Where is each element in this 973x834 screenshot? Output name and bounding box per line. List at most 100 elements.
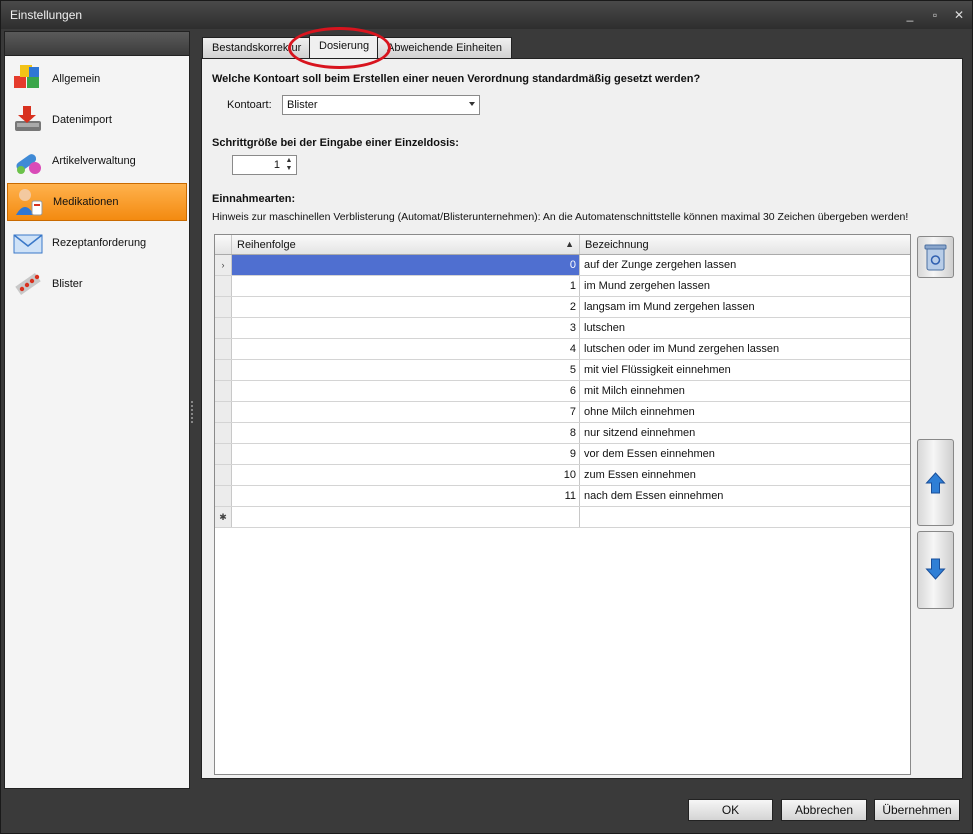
schrittgroesse-label: Schrittgröße bei der Eingabe einer Einze… bbox=[212, 137, 459, 149]
table-row[interactable]: › 0 auf der Zunge zergehen lassen bbox=[215, 255, 910, 276]
delete-button[interactable] bbox=[917, 236, 954, 278]
row-header[interactable] bbox=[215, 339, 232, 359]
table-row[interactable]: 1 im Mund zergehen lassen bbox=[215, 276, 910, 297]
window-title: Einstellungen bbox=[10, 8, 83, 22]
medication-icon bbox=[12, 185, 46, 219]
cell-bezeichnung[interactable]: vor dem Essen einnehmen bbox=[580, 444, 910, 464]
sidebar-item-blister[interactable]: Blister bbox=[7, 265, 187, 303]
cell-reihenfolge[interactable]: 0 bbox=[232, 255, 580, 275]
kontoart-label: Kontoart: bbox=[227, 99, 272, 111]
table-row[interactable]: 3 lutschen bbox=[215, 318, 910, 339]
settings-window: Einstellungen _ ▫ ✕ Allgemein Datenimpor… bbox=[0, 0, 973, 834]
cell-bezeichnung[interactable] bbox=[580, 507, 910, 527]
cell-reihenfolge[interactable]: 8 bbox=[232, 423, 580, 443]
table-row[interactable]: 6 mit Milch einnehmen bbox=[215, 381, 910, 402]
import-icon bbox=[11, 103, 45, 137]
apply-button[interactable]: Übernehmen bbox=[874, 799, 960, 821]
cell-bezeichnung[interactable]: mit Milch einnehmen bbox=[580, 381, 910, 401]
cell-reihenfolge[interactable]: 9 bbox=[232, 444, 580, 464]
row-header[interactable] bbox=[215, 381, 232, 401]
sidebar-item-label: Blister bbox=[52, 278, 83, 290]
stepper-up-icon[interactable]: ▲ bbox=[284, 157, 294, 165]
sidebar-item-allgemein[interactable]: Allgemein bbox=[7, 60, 187, 98]
sidebar-item-medikationen[interactable]: Medikationen bbox=[7, 183, 187, 221]
cell-bezeichnung[interactable]: lutschen oder im Mund zergehen lassen bbox=[580, 339, 910, 359]
row-header[interactable] bbox=[215, 465, 232, 485]
cell-bezeichnung[interactable]: ohne Milch einnehmen bbox=[580, 402, 910, 422]
ok-button[interactable]: OK bbox=[688, 799, 773, 821]
chevron-down-icon bbox=[469, 102, 475, 106]
settings-panel: Bestandskorrektur Dosierung Abweichende … bbox=[196, 31, 968, 789]
trash-icon bbox=[924, 244, 947, 271]
envelope-icon bbox=[11, 226, 45, 260]
table-row[interactable]: 5 mit viel Flüssigkeit einnehmen bbox=[215, 360, 910, 381]
cell-reihenfolge[interactable]: 6 bbox=[232, 381, 580, 401]
table-row[interactable]: 8 nur sitzend einnehmen bbox=[215, 423, 910, 444]
cell-bezeichnung[interactable]: nach dem Essen einnehmen bbox=[580, 486, 910, 506]
row-header[interactable] bbox=[215, 297, 232, 317]
sidebar-header bbox=[5, 32, 189, 56]
stepper-down-icon[interactable]: ▼ bbox=[284, 165, 294, 173]
cell-bezeichnung[interactable]: im Mund zergehen lassen bbox=[580, 276, 910, 296]
row-header[interactable] bbox=[215, 276, 232, 296]
cell-reihenfolge[interactable]: 3 bbox=[232, 318, 580, 338]
table-row[interactable]: 2 langsam im Mund zergehen lassen bbox=[215, 297, 910, 318]
cell-reihenfolge[interactable]: 2 bbox=[232, 297, 580, 317]
row-header[interactable] bbox=[215, 423, 232, 443]
schrittgroesse-stepper[interactable]: 1 ▲ ▼ bbox=[232, 155, 297, 175]
splitter-grip[interactable] bbox=[191, 401, 193, 423]
table-row[interactable]: 7 ohne Milch einnehmen bbox=[215, 402, 910, 423]
sidebar-item-label: Rezeptanforderung bbox=[52, 237, 147, 249]
tab-abweichende-einheiten[interactable]: Abweichende Einheiten bbox=[377, 37, 512, 59]
row-header[interactable] bbox=[215, 402, 232, 422]
column-header-reihenfolge[interactable]: Reihenfolge ▲ bbox=[232, 235, 580, 254]
cell-bezeichnung[interactable]: mit viel Flüssigkeit einnehmen bbox=[580, 360, 910, 380]
cell-reihenfolge[interactable] bbox=[232, 507, 580, 527]
arrow-down-icon bbox=[925, 558, 946, 580]
sidebar-item-rezeptanforderung[interactable]: Rezeptanforderung bbox=[7, 224, 187, 262]
table-row[interactable]: 10 zum Essen einnehmen bbox=[215, 465, 910, 486]
column-header-bezeichnung[interactable]: Bezeichnung bbox=[580, 235, 910, 254]
cell-reihenfolge[interactable]: 1 bbox=[232, 276, 580, 296]
close-button[interactable]: ✕ bbox=[950, 7, 968, 23]
move-up-button[interactable] bbox=[917, 439, 954, 526]
einnahmearten-grid[interactable]: Reihenfolge ▲ Bezeichnung › 0 auf der Zung… bbox=[214, 234, 911, 775]
blister-icon bbox=[11, 267, 45, 301]
cell-bezeichnung[interactable]: zum Essen einnehmen bbox=[580, 465, 910, 485]
sidebar-item-label: Datenimport bbox=[52, 114, 112, 126]
row-header[interactable] bbox=[215, 486, 232, 506]
cell-bezeichnung[interactable]: auf der Zunge zergehen lassen bbox=[580, 255, 910, 275]
cell-reihenfolge[interactable]: 11 bbox=[232, 486, 580, 506]
move-down-button[interactable] bbox=[917, 531, 954, 609]
cell-bezeichnung[interactable]: langsam im Mund zergehen lassen bbox=[580, 297, 910, 317]
table-row[interactable]: 11 nach dem Essen einnehmen bbox=[215, 486, 910, 507]
schrittgroesse-value: 1 bbox=[273, 159, 280, 171]
sort-ascending-icon: ▲ bbox=[565, 239, 574, 249]
cell-reihenfolge[interactable]: 10 bbox=[232, 465, 580, 485]
new-row[interactable]: ✱ bbox=[215, 507, 910, 528]
row-header[interactable] bbox=[215, 360, 232, 380]
pills-icon bbox=[11, 144, 45, 178]
kontoart-select[interactable]: Blister bbox=[282, 95, 480, 115]
row-header[interactable] bbox=[215, 318, 232, 338]
sidebar-item-label: Medikationen bbox=[53, 196, 119, 208]
kontoart-value: Blister bbox=[287, 99, 318, 111]
cell-reihenfolge[interactable]: 7 bbox=[232, 402, 580, 422]
grid-corner bbox=[215, 235, 232, 254]
maximize-button[interactable]: ▫ bbox=[926, 7, 944, 23]
row-header[interactable] bbox=[215, 444, 232, 464]
cell-reihenfolge[interactable]: 4 bbox=[232, 339, 580, 359]
sidebar: Allgemein Datenimport Artikelverwaltung … bbox=[4, 31, 190, 789]
table-row[interactable]: 4 lutschen oder im Mund zergehen lassen bbox=[215, 339, 910, 360]
sidebar-item-datenimport[interactable]: Datenimport bbox=[7, 101, 187, 139]
cell-bezeichnung[interactable]: lutschen bbox=[580, 318, 910, 338]
cell-bezeichnung[interactable]: nur sitzend einnehmen bbox=[580, 423, 910, 443]
cell-reihenfolge[interactable]: 5 bbox=[232, 360, 580, 380]
minimize-button[interactable]: _ bbox=[901, 7, 919, 23]
sidebar-item-label: Artikelverwaltung bbox=[52, 155, 136, 167]
cancel-button[interactable]: Abbrechen bbox=[781, 799, 867, 821]
einnahmearten-label: Einnahmearten: bbox=[212, 193, 296, 205]
table-row[interactable]: 9 vor dem Essen einnehmen bbox=[215, 444, 910, 465]
kontoart-question: Welche Kontoart soll beim Erstellen eine… bbox=[212, 73, 701, 85]
sidebar-item-artikelverwaltung[interactable]: Artikelverwaltung bbox=[7, 142, 187, 180]
